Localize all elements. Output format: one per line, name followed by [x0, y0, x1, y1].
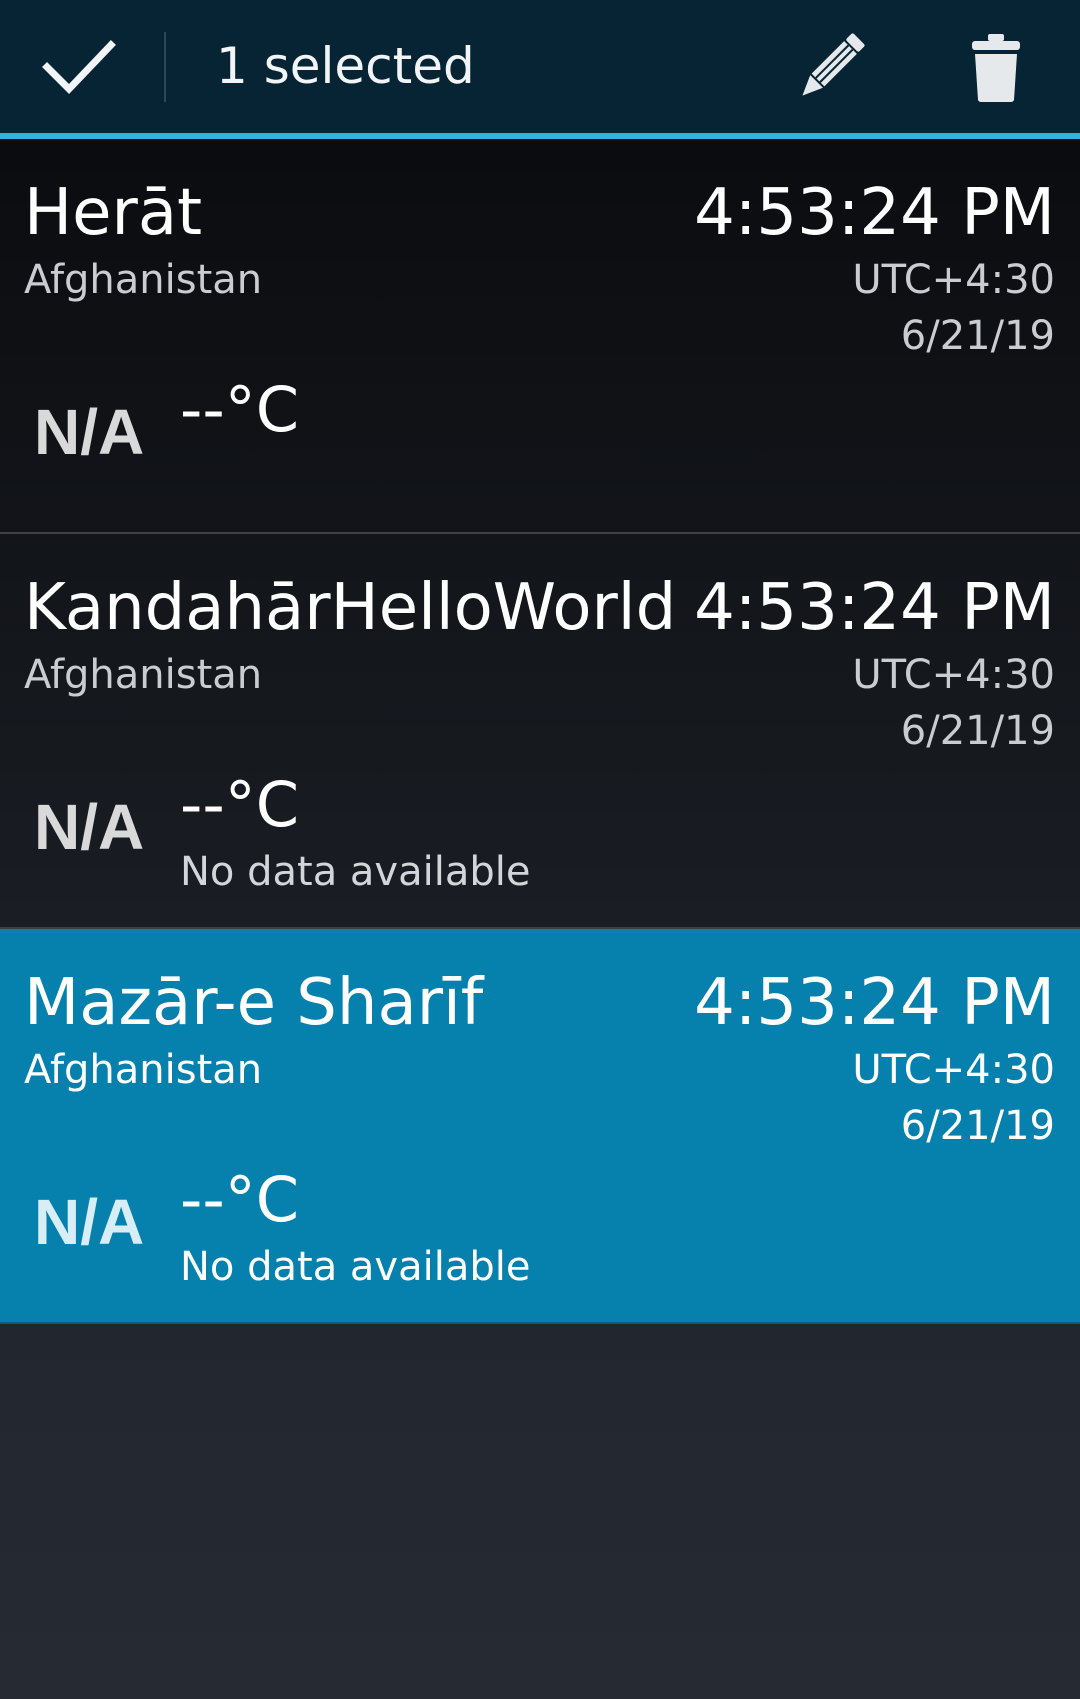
city-name: Mazār-e Sharīf: [24, 966, 484, 1040]
local-date: 6/21/19: [900, 313, 1055, 359]
selection-count-title: 1 selected: [216, 37, 475, 95]
city-name: KandahārHelloWorld: [24, 571, 677, 645]
local-date: 6/21/19: [900, 1103, 1055, 1149]
country-name: Afghanistan: [24, 257, 263, 303]
delete-button[interactable]: [948, 20, 1044, 116]
temperature: --°C: [180, 373, 300, 446]
weather-unavailable-icon: N/A: [34, 396, 145, 468]
country-name: Afghanistan: [24, 1047, 263, 1093]
city-list-item[interactable]: KandahārHelloWorld Afghanistan 4:53:24 P…: [0, 534, 1080, 929]
temperature: --°C: [180, 768, 300, 841]
weather-status: No data available: [180, 1244, 531, 1290]
city-list: Herāt Afghanistan 4:53:24 PM UTC+4:30 6/…: [0, 139, 1080, 1324]
local-date: 6/21/19: [900, 708, 1055, 754]
utc-offset: UTC+4:30: [852, 1047, 1055, 1093]
weather-unavailable-icon: N/A: [34, 791, 145, 863]
edit-button[interactable]: [780, 20, 880, 116]
contextual-action-bar: 1 selected: [0, 0, 1080, 133]
weather-status: No data available: [180, 849, 531, 895]
utc-offset: UTC+4:30: [852, 257, 1055, 303]
city-name: Herāt: [24, 176, 203, 250]
pencil-icon: [802, 33, 865, 96]
checkmark-icon: [42, 39, 116, 94]
local-time: 4:53:24 PM: [694, 966, 1055, 1040]
done-button[interactable]: [0, 0, 158, 133]
local-time: 4:53:24 PM: [694, 571, 1055, 645]
local-time: 4:53:24 PM: [694, 176, 1055, 250]
action-bar-divider: [164, 32, 166, 102]
temperature: --°C: [180, 1163, 300, 1236]
utc-offset: UTC+4:30: [852, 652, 1055, 698]
weather-unavailable-icon: N/A: [34, 1186, 145, 1258]
city-list-item-selected[interactable]: Mazār-e Sharīf Afghanistan 4:53:24 PM UT…: [0, 929, 1080, 1324]
country-name: Afghanistan: [24, 652, 263, 698]
city-list-item[interactable]: Herāt Afghanistan 4:53:24 PM UTC+4:30 6/…: [0, 139, 1080, 534]
trash-icon: [972, 34, 1020, 102]
